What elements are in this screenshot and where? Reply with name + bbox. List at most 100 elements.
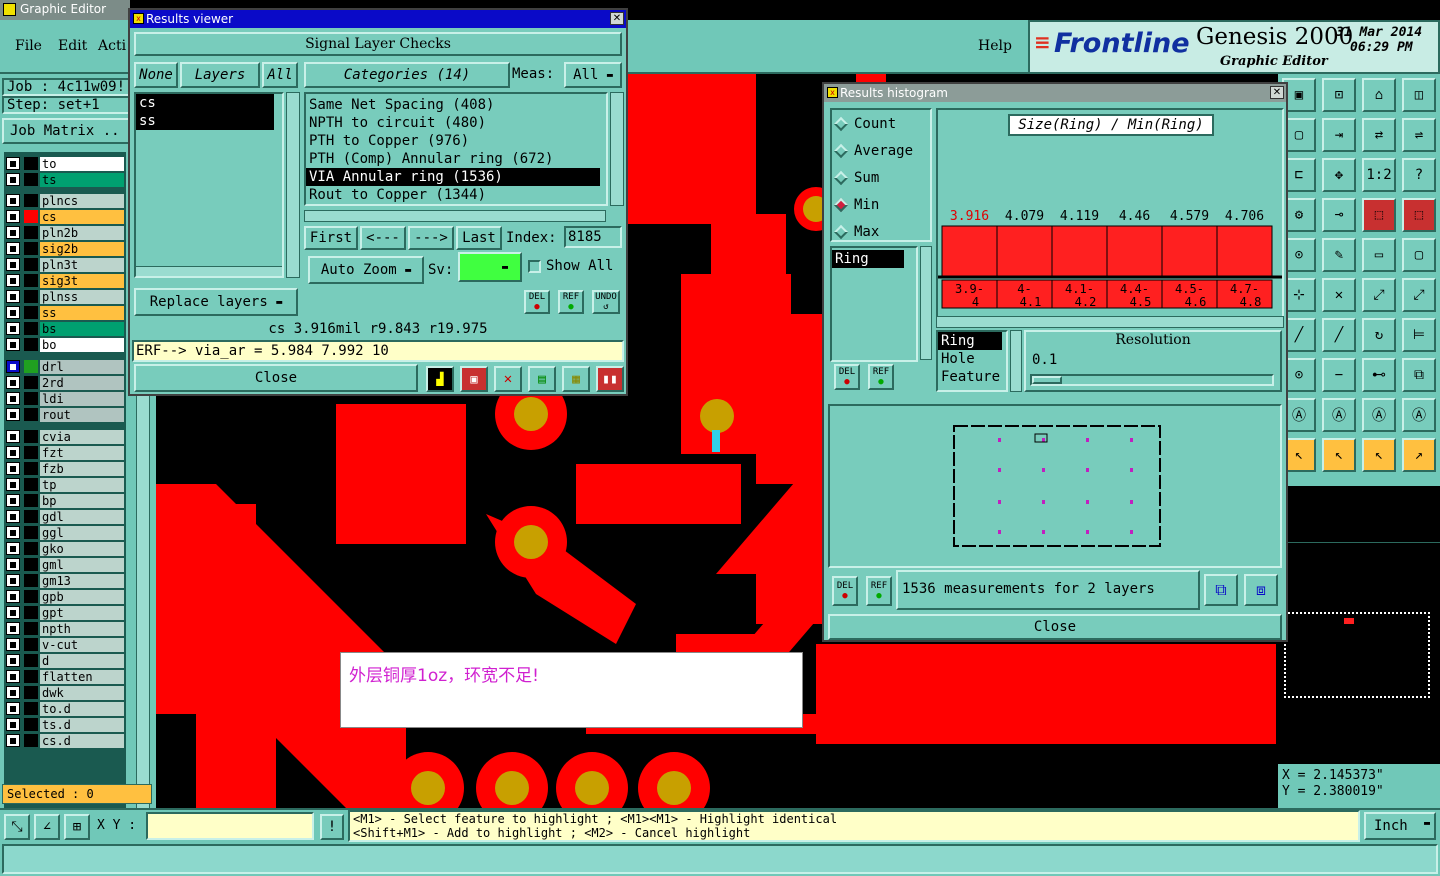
layer-row-tp[interactable]: tp (6, 477, 124, 492)
frame-icon[interactable]: ▢ (1402, 238, 1436, 272)
layer-row-cs[interactable]: cs (6, 209, 124, 224)
layer-checkbox[interactable] (6, 718, 20, 731)
mode-radio-max[interactable]: Max (833, 222, 879, 242)
layer-color-swatch[interactable] (24, 376, 38, 389)
layer-color-swatch[interactable] (24, 392, 38, 405)
zoom-to-fit-icon[interactable]: ⧉ (1204, 574, 1238, 606)
histogram-bar[interactable] (941, 225, 998, 277)
layer-color-swatch[interactable] (24, 622, 38, 635)
del-button[interactable]: DEL ● (524, 290, 550, 314)
layer-row-to.d[interactable]: to.d (6, 701, 124, 716)
layer-name[interactable]: tp (40, 477, 124, 492)
layer-row-bo[interactable]: bo (6, 337, 124, 352)
zoom-box-icon[interactable]: ⤡ (4, 814, 30, 840)
cross-icon[interactable]: ✕ (1322, 278, 1356, 312)
layer-name[interactable]: ldi (40, 391, 124, 406)
arc-icon[interactable]: ↻ (1362, 318, 1396, 352)
layer-name[interactable]: cs.d (40, 733, 124, 748)
layer-checkbox[interactable] (6, 670, 20, 683)
split-view-icon[interactable]: ◫ (1402, 78, 1436, 112)
layer-row-fzt[interactable]: fzt (6, 445, 124, 460)
field-item-ring[interactable]: Ring (938, 332, 1002, 350)
layer-name[interactable]: cs (40, 209, 124, 224)
meas-select[interactable]: All ▬ (564, 62, 622, 88)
layer-row-gdl[interactable]: gdl (6, 509, 124, 524)
measurement-marker[interactable] (1042, 500, 1045, 504)
layer-name[interactable]: ss (40, 305, 124, 320)
layer-checkbox[interactable] (6, 274, 20, 287)
measurement-marker[interactable] (1130, 438, 1133, 442)
layer-name[interactable]: d (40, 653, 124, 668)
categories-tab[interactable]: Categories (14) (304, 62, 510, 88)
erf-icon[interactable]: ✕ (494, 366, 522, 392)
layer-row-ggl[interactable]: ggl (6, 525, 124, 540)
layer-row-ts[interactable]: ts (6, 172, 124, 187)
layer-row-v-cut[interactable]: v-cut (6, 637, 124, 652)
layer-row-ldi[interactable]: ldi (6, 391, 124, 406)
measurement-marker[interactable] (1042, 530, 1045, 534)
layer-name[interactable]: sig2b (40, 241, 124, 256)
first-button[interactable]: First (304, 226, 358, 250)
show-all-checkbox[interactable] (528, 260, 541, 273)
layer-row-bs[interactable]: bs (6, 321, 124, 336)
layer-row-ss[interactable]: ss (6, 305, 124, 320)
layer-row-pln3t[interactable]: pln3t (6, 257, 124, 272)
none-button[interactable]: None (134, 62, 178, 88)
layer-checkbox[interactable] (6, 376, 20, 389)
layer-checkbox[interactable] (6, 654, 20, 667)
layer-row-plncs[interactable]: plncs (6, 193, 124, 208)
layer-color-swatch[interactable] (24, 734, 38, 747)
layer-row-npth[interactable]: npth (6, 621, 124, 636)
home-icon[interactable]: ⌂ (1362, 78, 1396, 112)
radio-diamond-icon[interactable] (833, 143, 849, 159)
net-icon[interactable]: ⬚ (1362, 198, 1396, 232)
measurement-marker[interactable] (1042, 468, 1045, 472)
layer-name[interactable]: gko (40, 541, 124, 556)
layer-row-dwk[interactable]: dwk (6, 685, 124, 700)
layer-color-swatch[interactable] (24, 430, 38, 443)
layer-checkbox[interactable] (6, 590, 20, 603)
layer-color-swatch[interactable] (24, 408, 38, 421)
measurement-marker[interactable] (1130, 530, 1133, 534)
layer-checkbox[interactable] (6, 408, 20, 421)
layer-row-cvia[interactable]: cvia (6, 429, 124, 444)
layer-color-swatch[interactable] (24, 338, 38, 351)
measurement-marker[interactable] (1086, 500, 1089, 504)
menu-file[interactable]: File (15, 38, 42, 54)
layer-color-swatch[interactable] (24, 446, 38, 459)
mode-radio-average[interactable]: Average (833, 141, 913, 161)
field-item-feature[interactable]: Feature (938, 368, 1002, 386)
layer-color-swatch[interactable] (24, 194, 38, 207)
info-icon[interactable]: ! (320, 814, 344, 840)
xy-input[interactable] (146, 812, 314, 840)
layer-checkbox[interactable] (6, 430, 20, 443)
layer-color-swatch[interactable] (24, 274, 38, 287)
layer-name[interactable]: gdl (40, 509, 124, 524)
measurement-marker[interactable] (1086, 530, 1089, 534)
layer-checkbox[interactable] (6, 157, 20, 170)
layer-color-swatch[interactable] (24, 670, 38, 683)
connect2-icon[interactable]: ⤢ (1402, 278, 1436, 312)
category-item[interactable]: VIA Annular ring (1536) (306, 168, 600, 186)
category-list[interactable]: Same Net Spacing (408) NPTH to circuit (4… (304, 92, 608, 206)
scale-icon[interactable]: 1:2 (1362, 158, 1396, 192)
route-icon[interactable]: ⇌ (1402, 118, 1436, 152)
layer-checkbox[interactable] (6, 574, 20, 587)
measurement-marker[interactable] (1130, 500, 1133, 504)
layer-row-gml[interactable]: gml (6, 557, 124, 572)
layer-name[interactable]: ggl (40, 525, 124, 540)
results-viewer-titlebar[interactable]: x Results viewer ✕ (130, 10, 626, 28)
layer-color-swatch[interactable] (24, 360, 38, 373)
histogram-bar[interactable] (1216, 225, 1273, 277)
layer-name[interactable]: bp (40, 493, 124, 508)
report-icon[interactable]: ▤ (528, 366, 556, 392)
layer-color-swatch[interactable] (24, 290, 38, 303)
layer-name[interactable]: ts (40, 172, 124, 187)
layer-row-sig2b[interactable]: sig2b (6, 241, 124, 256)
layer-color-swatch[interactable] (24, 306, 38, 319)
layer-row-pln2b[interactable]: pln2b (6, 225, 124, 240)
layer-checkbox[interactable] (6, 526, 20, 539)
layer-row-d[interactable]: d (6, 653, 124, 668)
group-icon[interactable]: ⧉ (1402, 358, 1436, 392)
measurement-marker[interactable] (1130, 468, 1133, 472)
